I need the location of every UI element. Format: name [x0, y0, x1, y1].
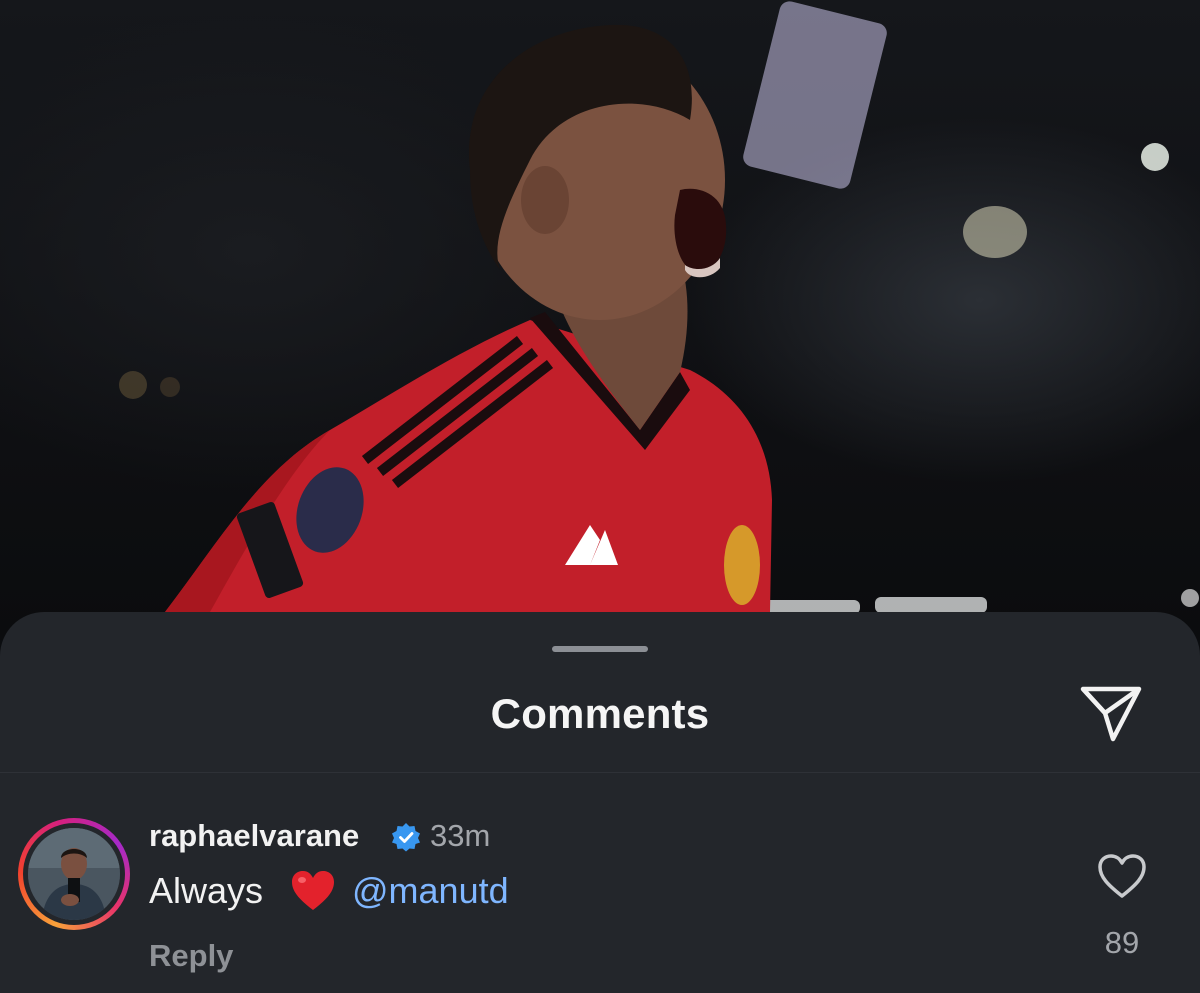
- comments-sheet: Comments: [0, 612, 1200, 993]
- avatar-portrait: [28, 828, 120, 920]
- comment-text: Always: [149, 870, 264, 911]
- paper-plane-icon: [1080, 686, 1142, 742]
- reply-button[interactable]: Reply: [149, 938, 233, 974]
- verified-badge-icon: [392, 823, 420, 852]
- sheet-divider: [0, 772, 1200, 773]
- player-photo-illustration: [119, 1, 1199, 614]
- comment-username[interactable]: raphaelvarane: [149, 818, 359, 854]
- sheet-grabber-handle[interactable]: [552, 646, 648, 652]
- share-button[interactable]: [1076, 680, 1146, 746]
- like-count: 89: [1104, 925, 1140, 960]
- comment-timestamp: 33m: [430, 818, 491, 853]
- avatar: [28, 828, 120, 920]
- avatar-story-ring[interactable]: [18, 818, 130, 930]
- heart-outline-icon[interactable]: [1096, 852, 1148, 900]
- sheet-title: Comments: [490, 690, 710, 737]
- comment-mention-link[interactable]: @manutd: [352, 870, 509, 912]
- post-photo: [0, 0, 1200, 640]
- red-heart-emoji: [292, 871, 334, 910]
